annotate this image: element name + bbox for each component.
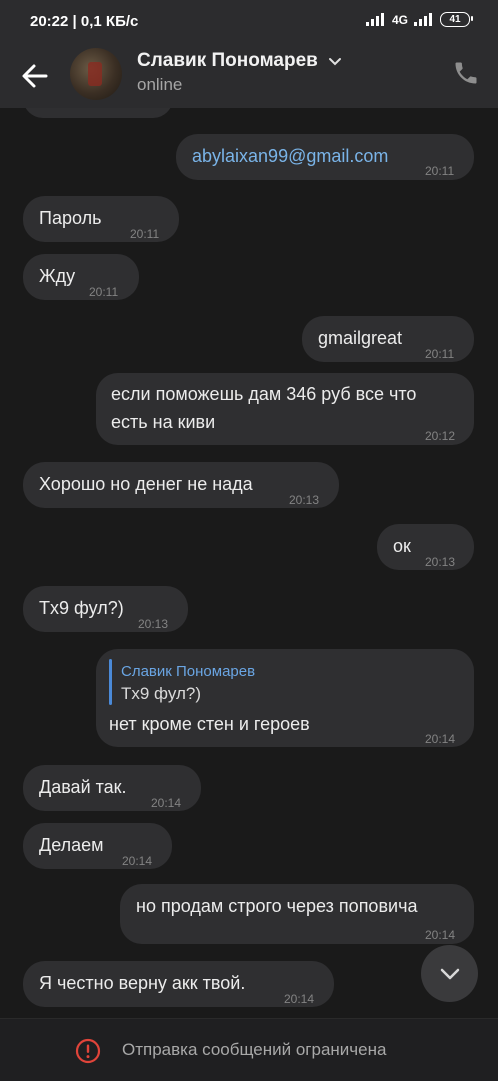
message-out[interactable]: ок 20:13 — [377, 524, 474, 570]
message-in[interactable]: Tx9 фул?) 20:13 — [23, 586, 188, 632]
message-in[interactable]: Пароль 20:11 — [23, 196, 179, 242]
message-text: но продам строго через поповича — [136, 896, 418, 916]
message-time: 20:12 — [425, 429, 456, 443]
message-text: Давай так. — [39, 777, 127, 797]
phone-icon[interactable] — [452, 59, 480, 87]
reply-quote-bar — [109, 659, 112, 705]
scroll-down-button[interactable] — [421, 945, 478, 1002]
message-time: 20:11 — [130, 227, 160, 241]
message-in[interactable]: Жду 20:11 — [23, 254, 139, 300]
message-time: 20:13 — [138, 617, 169, 631]
status-time-speed: 20:22 | 0,1 КБ/с — [30, 13, 139, 30]
message-text: Делаем — [39, 835, 104, 855]
warning-icon — [75, 1038, 101, 1064]
message-in[interactable]: Делаем 20:14 — [23, 823, 172, 869]
message-time: 20:11 — [89, 285, 119, 299]
message-in[interactable]: Давай так. 20:14 — [23, 765, 201, 811]
message-time: 20:13 — [289, 493, 320, 507]
back-arrow-icon[interactable] — [20, 62, 50, 90]
input-restriction-bar: Отправка сообщений ограничена — [0, 1018, 498, 1081]
message-text: Пароль — [39, 208, 102, 228]
message-text: gmailgreat — [318, 328, 403, 348]
message-list[interactable]: abylaixan99@gmail.com 20:11 Пароль 20:11… — [0, 108, 498, 1018]
contact-name[interactable]: Славик Пономарев — [137, 50, 318, 72]
avatar[interactable] — [70, 48, 122, 100]
message-time: 20:13 — [425, 555, 456, 569]
message-out-reply[interactable]: Славик Пономарев Tx9 фул?) нет кроме сте… — [96, 649, 474, 747]
message-text: Я честно верну акк твой. — [39, 973, 246, 993]
message-text: Tx9 фул?) — [39, 598, 124, 618]
status-bar: 20:22 | 0,1 КБ/с 4G 41 — [0, 0, 498, 44]
message-time: 20:14 — [122, 854, 153, 868]
message-time: 20:14 — [425, 732, 456, 746]
message-text: Хорошо но денег не нада — [39, 474, 253, 494]
message-out[interactable]: abylaixan99@gmail.com 20:11 — [176, 134, 474, 180]
chevron-down-icon[interactable] — [328, 54, 342, 68]
message-bubble-partial[interactable] — [23, 108, 173, 118]
message-in[interactable]: Я честно верну акк твой. 20:14 — [23, 961, 334, 1007]
signal-icon-2 — [414, 13, 434, 26]
message-in[interactable]: Хорошо но денег не нада 20:13 — [23, 462, 339, 508]
message-out[interactable]: но продам строго через поповича 20:14 — [120, 884, 474, 944]
message-text: ок — [393, 536, 411, 556]
contact-status: online — [137, 75, 183, 94]
message-time: 20:11 — [425, 347, 455, 361]
message-link[interactable]: abylaixan99@gmail.com — [192, 143, 388, 170]
message-time: 20:14 — [284, 992, 315, 1006]
message-text: Жду — [39, 266, 76, 286]
reply-text[interactable]: Tx9 фул?) — [121, 680, 201, 707]
status-indicators: 4G 41 — [365, 12, 473, 27]
signal-icon — [365, 13, 386, 26]
message-time: 20:11 — [425, 164, 455, 178]
message-text-line-2: есть на киви — [111, 412, 216, 432]
scroll-down-icon — [440, 968, 460, 980]
message-out[interactable]: если поможешь дам 346 руб все что есть н… — [96, 373, 474, 445]
chat-header: Славик Пономарев online — [0, 44, 498, 108]
message-time: 20:14 — [151, 796, 182, 810]
battery-indicator: 41 — [440, 12, 473, 27]
message-text-line-1: если поможешь дам 346 руб все что — [111, 384, 417, 404]
message-text: нет кроме стен и героев — [109, 714, 310, 734]
message-out[interactable]: gmailgreat 20:11 — [302, 316, 474, 362]
restriction-message: Отправка сообщений ограничена — [122, 1040, 387, 1059]
network-type: 4G — [391, 12, 408, 27]
